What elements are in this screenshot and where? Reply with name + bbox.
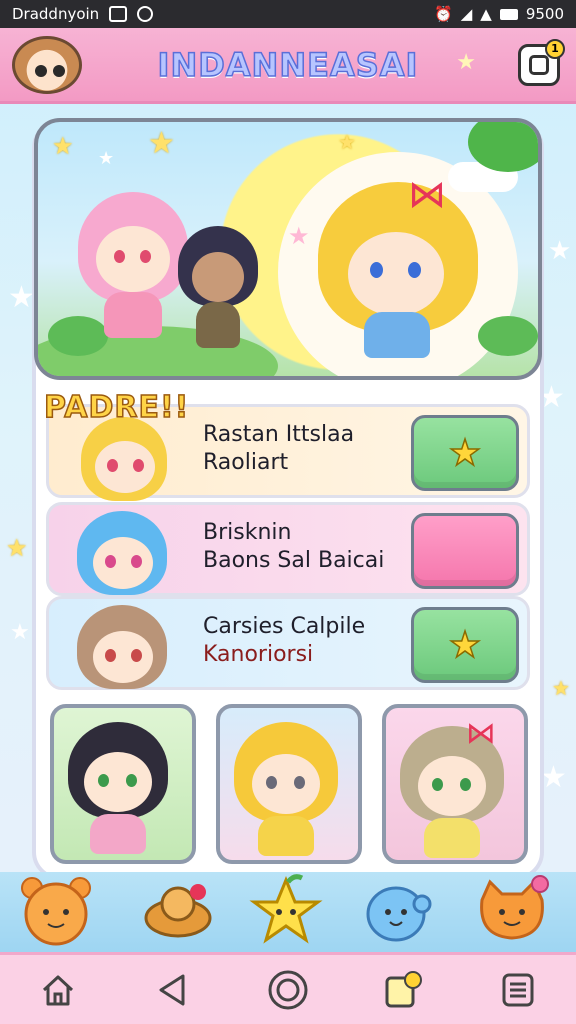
recent-button[interactable]	[260, 962, 316, 1018]
star-icon: ★	[552, 676, 570, 700]
star-icon: ★	[448, 624, 482, 667]
chat-icon	[385, 970, 423, 1007]
chat-button[interactable]	[375, 962, 431, 1018]
star-icon: ★	[148, 126, 175, 161]
star-icon: ★	[6, 534, 28, 562]
brown-bow-girl-character: ⋈	[400, 716, 510, 860]
star-icon: ★	[52, 132, 74, 160]
inbox-icon	[529, 55, 549, 75]
item-subtitle: Kanoriorsi	[203, 642, 314, 667]
favorite-button[interactable]: ★	[411, 415, 519, 491]
dark-hair-boy-character	[178, 226, 258, 366]
black-hair-girl-card[interactable]	[50, 704, 196, 864]
orange-cat-mascot[interactable]	[474, 874, 550, 946]
back-button[interactable]	[145, 962, 201, 1018]
character-list: PADRE!! Rastan Ittslaa Raoliart ★ Briskn…	[43, 389, 530, 690]
app-title: INDANNEASAI	[157, 45, 419, 85]
item-title: Rastan Ittslaa	[203, 422, 355, 447]
star-icon: ★	[98, 148, 115, 169]
brown-bow-girl-card[interactable]: ⋈	[382, 704, 528, 864]
circle-icon	[268, 970, 308, 1009]
black-hair-girl-character	[68, 722, 178, 860]
list-item[interactable]: Carsies Calpile Kanoriorsi ★	[46, 596, 530, 690]
back-icon	[159, 974, 185, 1005]
wifi-icon: ◢	[460, 5, 473, 23]
status-bar: Draddnyoin ⏰ ◢ ▲ 9500	[0, 0, 576, 28]
notification-badge: 1	[545, 39, 565, 59]
menu-button[interactable]	[490, 962, 546, 1018]
pink-hair-girl-character	[78, 192, 188, 362]
section-title: PADRE!!	[43, 389, 190, 426]
signal-icon: ▲	[480, 5, 492, 23]
carrier-label: Draddnyoin	[12, 5, 100, 23]
blonde-bear-girl-card[interactable]	[216, 704, 362, 864]
orange-bear-mascot[interactable]	[18, 874, 94, 946]
list-item[interactable]: Brisknin Baons Sal Baicai	[46, 502, 530, 596]
battery-icon	[499, 8, 518, 20]
notifications-button[interactable]: 1	[518, 39, 565, 86]
star-icon: ★	[448, 432, 482, 475]
spinning-top-mascot[interactable]	[140, 874, 216, 946]
home-button[interactable]	[30, 962, 86, 1018]
mascot-dock	[0, 872, 576, 952]
bow-icon: ⋈	[408, 172, 446, 216]
select-button[interactable]	[411, 513, 519, 589]
star-icon: ★	[338, 130, 356, 154]
star-icon: ★	[540, 760, 567, 795]
yellow-star-mascot[interactable]	[248, 874, 324, 946]
menu-icon	[502, 973, 534, 1006]
blonde-girl-character: ⋈	[318, 172, 488, 362]
star-icon: ★	[8, 280, 35, 315]
star-icon: ★	[456, 50, 476, 75]
blue-blob-mascot[interactable]	[360, 874, 436, 946]
star-icon: ★	[10, 620, 30, 645]
favorite-button[interactable]: ★	[411, 607, 519, 683]
item-title: Brisknin	[203, 520, 292, 545]
item-subtitle: Baons Sal Baicai	[203, 548, 385, 573]
item-title: Carsies Calpile	[203, 614, 366, 639]
star-icon: ★	[288, 222, 310, 250]
notification-icon	[109, 6, 128, 22]
star-icon: ★	[548, 236, 572, 266]
blue-hair-girl-avatar	[61, 509, 181, 595]
hero-banner[interactable]: ★ ★ ★ ★ ★ ⋈	[34, 118, 542, 380]
bottom-nav-bar	[0, 952, 576, 1024]
app-header: INDANNEASAI ★ 1	[0, 28, 576, 104]
brown-hair-girl-avatar	[61, 603, 181, 689]
blonde-bear-girl-character	[234, 722, 344, 860]
camera-icon	[137, 6, 154, 22]
bow-icon: ⋈	[466, 716, 496, 751]
home-icon	[42, 975, 73, 1005]
alarm-icon: ⏰	[434, 5, 453, 23]
item-subtitle: Raoliart	[203, 450, 289, 475]
character-gallery: ⋈	[50, 704, 528, 864]
clock: 9500	[525, 5, 564, 23]
